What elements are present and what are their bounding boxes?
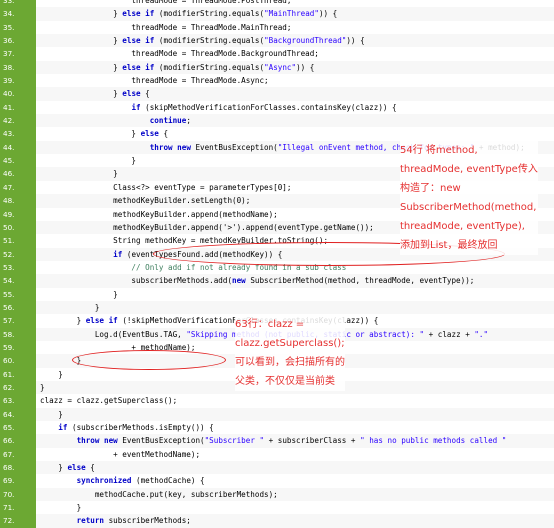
line-number: 46. — [0, 167, 36, 181]
code-line: 65. if (subscriberMethods.isEmpty()) { — [0, 421, 554, 435]
line-number: 60. — [0, 354, 36, 368]
code-line: 34. } else if (modifierString.equals("Ma… — [0, 7, 554, 21]
line-number: 57. — [0, 314, 36, 328]
line-number: 58. — [0, 327, 36, 341]
line-number: 38. — [0, 60, 36, 75]
line-number: 39. — [0, 74, 36, 88]
line-code: } else if (modifierString.equals("Backgr… — [40, 36, 365, 46]
line-code: clazz = clazz.getSuperclass(); — [40, 396, 178, 406]
line-number: 47. — [0, 180, 36, 195]
line-number: 64. — [0, 407, 36, 421]
code-line: 54. subscriberMethods.add(new Subscriber… — [0, 274, 554, 288]
code-line: 70. methodCache.put(key, subscriberMetho… — [0, 487, 554, 502]
line-number: 70. — [0, 487, 36, 502]
line-number: 45. — [0, 154, 36, 168]
line-number: 33. — [0, 0, 36, 8]
line-code: synchronized (methodCache) { — [76, 476, 205, 486]
line-number: 67. — [0, 447, 36, 462]
line-number: 68. — [0, 461, 36, 475]
code-line: 67. + eventMethodName); — [0, 447, 554, 462]
line-code: return subscriberMethods; — [76, 516, 191, 526]
line-number: 63. — [0, 394, 36, 408]
line-code: } else if (modifierString.equals("MainTh… — [40, 9, 338, 19]
line-number: 43. — [0, 127, 36, 141]
line-code: continue; — [149, 116, 191, 126]
line-code: } — [40, 503, 82, 513]
line-number: 56. — [0, 300, 36, 315]
line-number: 66. — [0, 434, 36, 448]
annotation-line-63: 63行：clazz = clazz.getSuperclass(); 可以看到，… — [235, 315, 345, 391]
line-number: 48. — [0, 194, 36, 208]
code-line: 37. threadMode = ThreadMode.BackgroundTh… — [0, 47, 554, 61]
code-line: 63. clazz = clazz.getSuperclass(); — [0, 394, 554, 408]
code-line: 36. } else if (modifierString.equals("Ba… — [0, 34, 554, 48]
code-viewer: 33. threadMode = ThreadMode.PostThread; 3… — [0, 0, 554, 528]
code-line: 42. continue; — [0, 114, 554, 128]
line-code: subscriberMethods.add(new SubscriberMeth… — [40, 276, 475, 286]
line-code: } — [40, 289, 118, 299]
line-code: threadMode = ThreadMode.MainThread; — [40, 22, 292, 32]
line-code: } else { — [40, 89, 150, 99]
highlight-line-63 — [72, 350, 226, 370]
code-line: 39. threadMode = ThreadMode.Async; — [0, 74, 554, 88]
line-number: 65. — [0, 421, 36, 435]
code-line: 55. } — [0, 287, 554, 301]
line-number: 35. — [0, 20, 36, 35]
line-number: 71. — [0, 501, 36, 515]
code-line: 38. } else if (modifierString.equals("As… — [0, 60, 554, 75]
code-line: 69. synchronized (methodCache) { — [0, 474, 554, 488]
code-line: 40. } else { — [0, 87, 554, 101]
line-code: threadMode = ThreadMode.Async; — [40, 76, 269, 86]
line-number: 53. — [0, 260, 36, 275]
line-number: 36. — [0, 34, 36, 48]
line-number: 59. — [0, 340, 36, 355]
line-code: throw new EventBusException("Subscriber … — [76, 436, 507, 446]
line-code: threadMode = ThreadMode.PostThread; — [40, 0, 292, 5]
line-code: threadMode = ThreadMode.BackgroundThread… — [40, 49, 319, 59]
line-number: 54. — [0, 274, 36, 288]
code-line: 68. } else { — [0, 461, 554, 475]
code-line: 71. } — [0, 501, 554, 515]
line-code: if (skipMethodVerificationForClasses.con… — [131, 102, 397, 112]
line-number: 69. — [0, 474, 36, 488]
code-line: 64. } — [0, 407, 554, 421]
line-number: 61. — [0, 367, 36, 381]
line-number: 40. — [0, 87, 36, 101]
line-code: } — [40, 409, 63, 419]
line-number: 51. — [0, 234, 36, 248]
line-number: 34. — [0, 7, 36, 21]
code-line: 66. throw new EventBusException("Subscri… — [0, 434, 554, 448]
line-number: 49. — [0, 207, 36, 221]
code-line: 72. return subscriberMethods; — [0, 514, 554, 528]
line-number: 72. — [0, 514, 36, 528]
line-number: 62. — [0, 380, 36, 395]
code-line: 33. threadMode = ThreadMode.PostThread; — [0, 0, 554, 8]
line-code: } — [40, 302, 100, 312]
line-number: 37. — [0, 47, 36, 61]
code-line: 41. if (skipMethodVerificationForClasses… — [0, 100, 554, 115]
line-number: 52. — [0, 247, 36, 261]
line-code: } else if (modifierString.equals("Async"… — [40, 62, 315, 72]
code-line: 35. threadMode = ThreadMode.MainThread; — [0, 20, 554, 35]
line-number: 41. — [0, 100, 36, 115]
line-code: } else { — [40, 463, 95, 473]
code-line: 43. } else { — [0, 127, 554, 141]
line-number: 50. — [0, 220, 36, 235]
line-number: 42. — [0, 114, 36, 128]
line-number: 44. — [0, 140, 36, 155]
code-line: 56. } — [0, 300, 554, 315]
line-code: + eventMethodName); — [40, 449, 201, 459]
line-code: } else { — [40, 129, 169, 139]
line-code: methodCache.put(key, subscriberMethods); — [40, 489, 278, 499]
line-code: if (subscriberMethods.isEmpty()) { — [58, 423, 214, 432]
line-number: 55. — [0, 287, 36, 301]
annotation-line-54: 54行 将method, threadMode, eventType传入 构造了… — [400, 141, 538, 255]
